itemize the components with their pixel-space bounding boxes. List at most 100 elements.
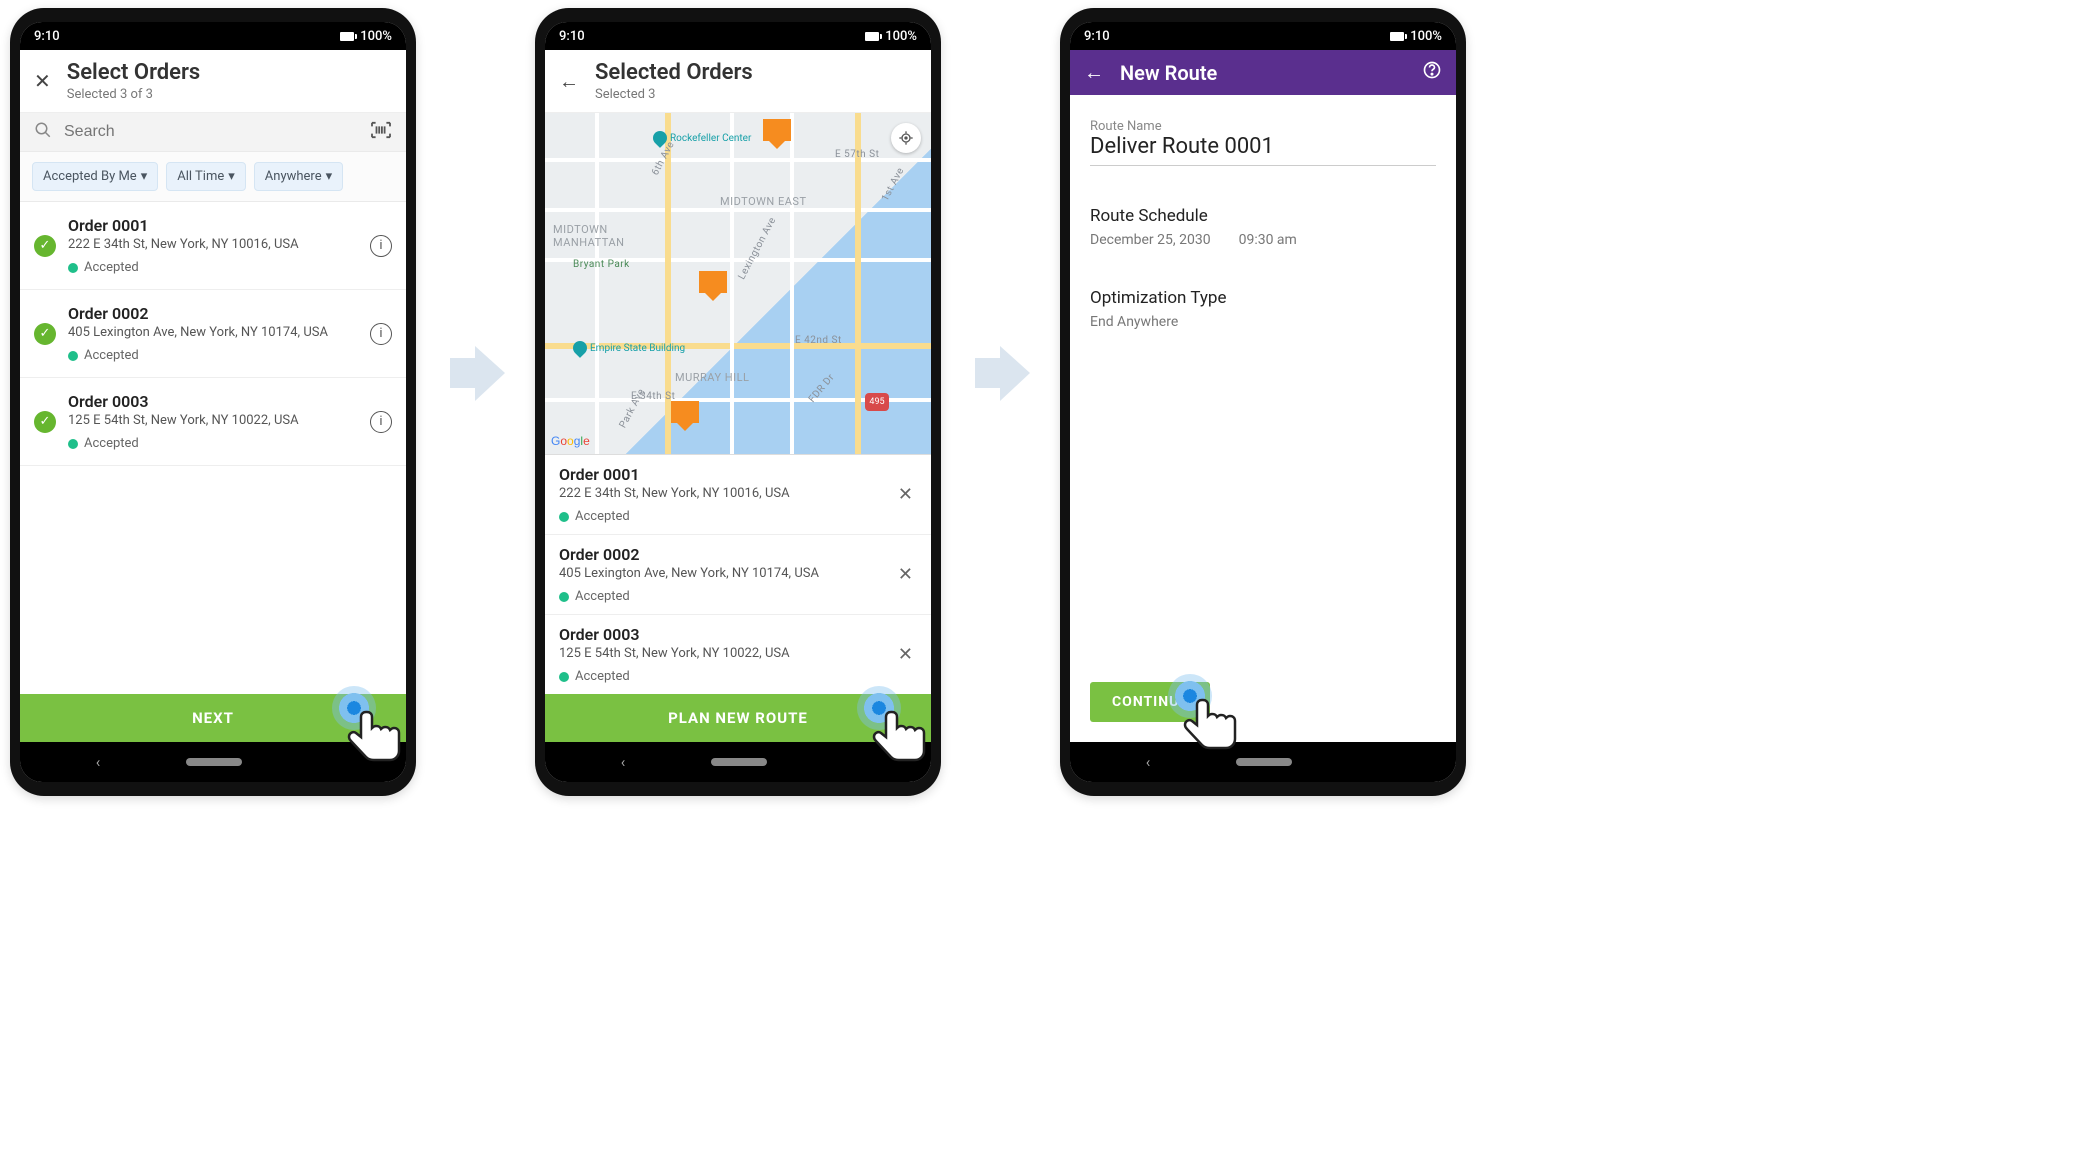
pointer-hand-icon [1182,692,1246,756]
info-icon[interactable]: i [370,323,392,345]
checkmark-icon[interactable]: ✓ [34,323,56,345]
order-address: 125 E 54th St, New York, NY 10022, USA [68,413,358,428]
map-poi: Empire State Building [573,341,685,355]
google-attribution: Google [551,434,590,448]
order-address: 222 E 34th St, New York, NY 10016, USA [68,237,358,252]
map-district-label: MURRAY HILL [675,371,750,384]
status-dot-icon [559,512,569,522]
map-street-label: E 57th St [835,149,879,160]
flow-arrow-icon [450,346,505,401]
map-poi: Rockefeller Center [653,131,751,145]
order-row[interactable]: Order 0002 405 Lexington Ave, New York, … [545,535,931,615]
nav-home-icon[interactable] [186,758,242,766]
info-icon[interactable]: i [370,411,392,433]
barcode-scan-icon[interactable] [370,121,392,143]
battery-icon [340,32,357,41]
pointer-hand-icon [871,704,935,768]
filter-chip-location[interactable]: Anywhere▾ [254,162,343,191]
info-icon[interactable]: i [370,235,392,257]
chevron-down-icon: ▾ [141,169,148,184]
route-name-label: Route Name [1090,119,1436,134]
map-marker-icon[interactable] [671,401,699,423]
app-header: ← New Route [1070,50,1456,95]
optimization-type-row[interactable]: Optimization Type End Anywhere [1090,288,1436,330]
status-dot-icon [68,439,78,449]
order-row[interactable]: Order 0001 222 E 34th St, New York, NY 1… [545,455,931,535]
nav-back-icon[interactable]: ‹ [96,753,101,771]
map-view[interactable]: E 57th St E 42nd St E 34th St 1st Ave 6t… [545,113,931,455]
remove-icon[interactable]: ✕ [894,564,917,585]
map-street-label: E 42nd St [795,335,842,346]
status-time: 9:10 [34,29,60,44]
map-district-label: MIDTOWN EAST [720,195,807,208]
order-title: Order 0002 [68,304,358,323]
android-nav-bar: ‹ [1070,742,1456,782]
order-status: Accepted [84,436,139,451]
checkmark-icon[interactable]: ✓ [34,411,56,433]
schedule-time: 09:30 am [1239,232,1297,248]
help-icon[interactable] [1422,60,1442,85]
map-park-label: Bryant Park [573,259,630,270]
route-schedule-row[interactable]: Route Schedule December 25, 2030 09:30 am [1090,206,1436,248]
remove-icon[interactable]: ✕ [894,644,917,665]
status-dot-icon [68,351,78,361]
battery-icon [865,32,882,41]
search-input[interactable] [64,123,358,141]
optimization-label: Optimization Type [1090,288,1436,308]
order-title: Order 0002 [559,545,882,564]
order-row[interactable]: ✓ Order 0001 222 E 34th St, New York, NY… [20,202,406,290]
order-title: Order 0003 [559,625,882,644]
map-street-label: Lexington Ave [736,215,778,281]
page-title: Select Orders [67,60,200,85]
flow-arrow-icon [975,346,1030,401]
order-row[interactable]: ✓ Order 0003 125 E 54th St, New York, NY… [20,378,406,466]
order-status: Accepted [575,509,630,524]
page-subtitle: Selected 3 [595,87,753,102]
filter-chip-accepted[interactable]: Accepted By Me▾ [32,162,158,191]
order-title: Order 0001 [68,216,358,235]
nav-home-icon[interactable] [711,758,767,766]
close-icon[interactable]: ✕ [34,69,51,93]
battery-icon [1390,32,1407,41]
status-dot-icon [68,263,78,273]
route-name-input[interactable]: Deliver Route 0001 [1090,134,1436,166]
pointer-hand-icon [346,704,410,768]
back-arrow-icon[interactable]: ← [559,69,579,94]
schedule-label: Route Schedule [1090,206,1436,226]
order-title: Order 0001 [559,465,882,484]
order-row[interactable]: Order 0003 125 E 54th St, New York, NY 1… [545,615,931,694]
order-address: 405 Lexington Ave, New York, NY 10174, U… [559,566,882,581]
status-dot-icon [559,672,569,682]
order-address: 125 E 54th St, New York, NY 10022, USA [559,646,882,661]
filter-row: Accepted By Me▾ All Time▾ Anywhere▾ [20,152,406,202]
nav-back-icon[interactable]: ‹ [1146,753,1151,771]
page-title: Selected Orders [595,60,753,85]
status-dot-icon [559,592,569,602]
map-district-label: MIDTOWN MANHATTAN [553,223,643,249]
filter-chip-time[interactable]: All Time▾ [166,162,246,191]
search-bar [20,113,406,152]
status-bar: 9:10 100% [1070,22,1456,50]
order-address: 222 E 34th St, New York, NY 10016, USA [559,486,882,501]
locate-me-button[interactable] [891,123,921,153]
order-status: Accepted [575,669,630,684]
status-battery: 100% [1410,29,1442,44]
nav-back-icon[interactable]: ‹ [621,753,626,771]
order-address: 405 Lexington Ave, New York, NY 10174, U… [68,325,358,340]
map-street-label: 1st Ave [880,166,907,203]
checkmark-icon[interactable]: ✓ [34,235,56,257]
map-marker-icon[interactable] [699,271,727,293]
order-row[interactable]: ✓ Order 0002 405 Lexington Ave, New York… [20,290,406,378]
back-arrow-icon[interactable]: ← [1084,60,1104,85]
order-title: Order 0003 [68,392,358,411]
remove-icon[interactable]: ✕ [894,484,917,505]
status-battery: 100% [885,29,917,44]
map-marker-icon[interactable] [763,119,791,141]
schedule-date: December 25, 2030 [1090,232,1211,248]
status-battery: 100% [360,29,392,44]
order-status: Accepted [575,589,630,604]
chevron-down-icon: ▾ [326,169,333,184]
chevron-down-icon: ▾ [228,169,235,184]
nav-home-icon[interactable] [1236,758,1292,766]
status-bar: 9:10 100% [545,22,931,50]
